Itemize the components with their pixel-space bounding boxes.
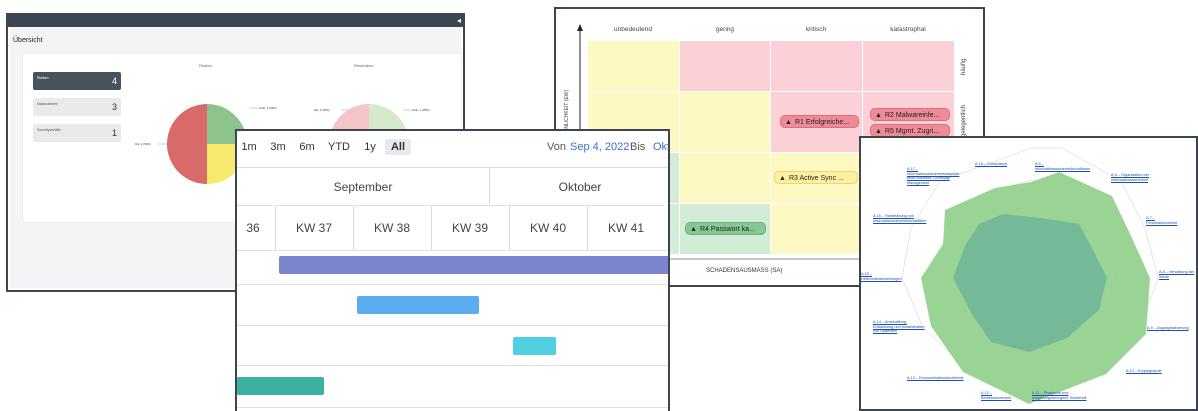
risk-badge-r3[interactable]: ▲ R3 Active Sync ... bbox=[774, 171, 858, 184]
month-header: September bbox=[237, 167, 489, 205]
to-date-input[interactable]: Okt bbox=[653, 139, 668, 155]
column-header: kritisch bbox=[805, 26, 827, 33]
matrix-cell[interactable] bbox=[680, 153, 770, 203]
radar-label[interactable]: A.10 – Kryptographie bbox=[1126, 369, 1162, 374]
gantt-row-divider bbox=[237, 325, 668, 326]
page-title: Übersicht bbox=[13, 37, 43, 44]
chevron-left-icon[interactable]: ◂ bbox=[457, 15, 461, 27]
pie-label: Rot: 2 (50%) bbox=[314, 108, 330, 112]
radar-label[interactable]: A.13 – Kommunikationssicherheit bbox=[907, 376, 967, 381]
radar-label[interactable]: A.14 – Anschaffung, Entwicklung und Inst… bbox=[873, 320, 925, 334]
radar-label[interactable]: A.6 – Organisation der Informationssiche… bbox=[1111, 173, 1166, 182]
gantt-bar[interactable] bbox=[513, 337, 556, 355]
radar-label[interactable]: A.11 – Physische und umgebungsbezogene S… bbox=[1032, 391, 1088, 400]
radar-label[interactable]: A.17 – Informationssicherheitsaspekte be… bbox=[907, 167, 967, 185]
month-header: Oktober bbox=[489, 167, 668, 205]
radar-label[interactable]: A.8 – Verwaltung der Werte bbox=[1159, 270, 1196, 279]
row-label: häufig bbox=[961, 58, 967, 75]
radar-label[interactable]: A.12 – Betriebssicherheit bbox=[981, 391, 1017, 400]
week-header: KW 41 bbox=[587, 205, 664, 250]
gantt-bar[interactable] bbox=[279, 256, 668, 274]
warning-icon: ▲ bbox=[779, 175, 786, 182]
radar-label[interactable]: A.16 – Handhabung von Informationssicher… bbox=[873, 214, 941, 223]
from-date-input[interactable]: Sep 4, 2022 bbox=[570, 139, 629, 155]
risk-badge-r4[interactable]: ▲ R4 Passwort ka... bbox=[685, 222, 766, 235]
gantt-row-divider bbox=[237, 284, 668, 285]
range-button-all[interactable]: All bbox=[385, 139, 411, 155]
risk-label: R5 Mgmt. Zugri... bbox=[885, 128, 940, 135]
gantt-bar[interactable] bbox=[237, 377, 324, 395]
pie-label: Grün: 1 (25%) bbox=[259, 106, 277, 110]
column-header: katastrophal bbox=[890, 26, 926, 33]
radar-label[interactable]: A.5 – Informationssicherheitsrichtlinien bbox=[1035, 162, 1099, 171]
range-button-6m[interactable]: 6m bbox=[297, 139, 317, 155]
warning-icon: ▲ bbox=[875, 112, 882, 119]
radar-label[interactable]: A.15 – Lieferantenbeziehungen bbox=[861, 272, 909, 281]
from-label: Von bbox=[547, 141, 566, 153]
warning-icon: ▲ bbox=[785, 119, 792, 126]
week-header: KW 37 bbox=[275, 205, 352, 250]
week-header: 36 bbox=[237, 205, 273, 250]
radar-label[interactable]: A.7 – Personalsicherheit bbox=[1146, 216, 1186, 225]
dashboard-titlebar: ◂ bbox=[8, 15, 463, 27]
column-header: unbedeutend bbox=[614, 26, 652, 33]
risk-badge-r2[interactable]: ▲ R2 Malwareinfe... bbox=[870, 108, 950, 121]
column-header: gering bbox=[715, 26, 735, 33]
matrix-cell[interactable] bbox=[680, 92, 770, 152]
week-header: KW 38 bbox=[353, 205, 430, 250]
matrix-cell[interactable] bbox=[588, 41, 679, 91]
gantt-row-divider bbox=[237, 407, 668, 408]
pie-slice-red bbox=[167, 104, 207, 184]
risk-label: R3 Active Sync ... bbox=[789, 175, 844, 182]
risk-label: R1 Erfolgreiche... bbox=[795, 119, 850, 126]
x-axis-label: SCHADENSAUSMASS (SA) bbox=[706, 268, 783, 274]
matrix-cell[interactable] bbox=[771, 204, 862, 254]
range-button-1m[interactable]: 1m bbox=[239, 139, 259, 155]
gantt-bar[interactable] bbox=[357, 296, 479, 314]
pie-label: Grün: 1 (25%) bbox=[412, 108, 430, 112]
week-header: KW 40 bbox=[509, 205, 586, 250]
pie-label: Rot: 2 (50%) bbox=[135, 142, 151, 146]
radar-label[interactable]: A.9 – Zugangssteuerung bbox=[1147, 326, 1192, 331]
gantt-window: 1m 3m 6m YTD 1y All Von Sep 4, 2022 Bis … bbox=[235, 129, 670, 411]
matrix-cell[interactable] bbox=[771, 41, 862, 91]
to-label: Bis bbox=[630, 141, 646, 153]
radar-window: A.18 – Compliance A.5 – Informationssich… bbox=[859, 136, 1198, 411]
risk-label: R4 Passwort ka... bbox=[700, 226, 755, 233]
risk-badge-r1[interactable]: ▲ R1 Erfolgreiche... bbox=[780, 115, 859, 128]
gantt-row-divider bbox=[237, 250, 668, 251]
range-button-3m[interactable]: 3m bbox=[268, 139, 288, 155]
row-label: gelegentlich bbox=[961, 104, 967, 137]
matrix-cell[interactable] bbox=[680, 41, 770, 91]
range-button-ytd[interactable]: YTD bbox=[325, 139, 353, 155]
warning-icon: ▲ bbox=[690, 226, 697, 233]
range-button-1y[interactable]: 1y bbox=[360, 139, 380, 155]
gantt-row-divider bbox=[237, 365, 668, 366]
risk-label: R2 Malwareinfe... bbox=[885, 112, 940, 119]
matrix-cell[interactable] bbox=[863, 41, 954, 91]
radar-label[interactable]: A.18 – Compliance bbox=[975, 162, 1009, 167]
week-header: KW 39 bbox=[431, 205, 508, 250]
